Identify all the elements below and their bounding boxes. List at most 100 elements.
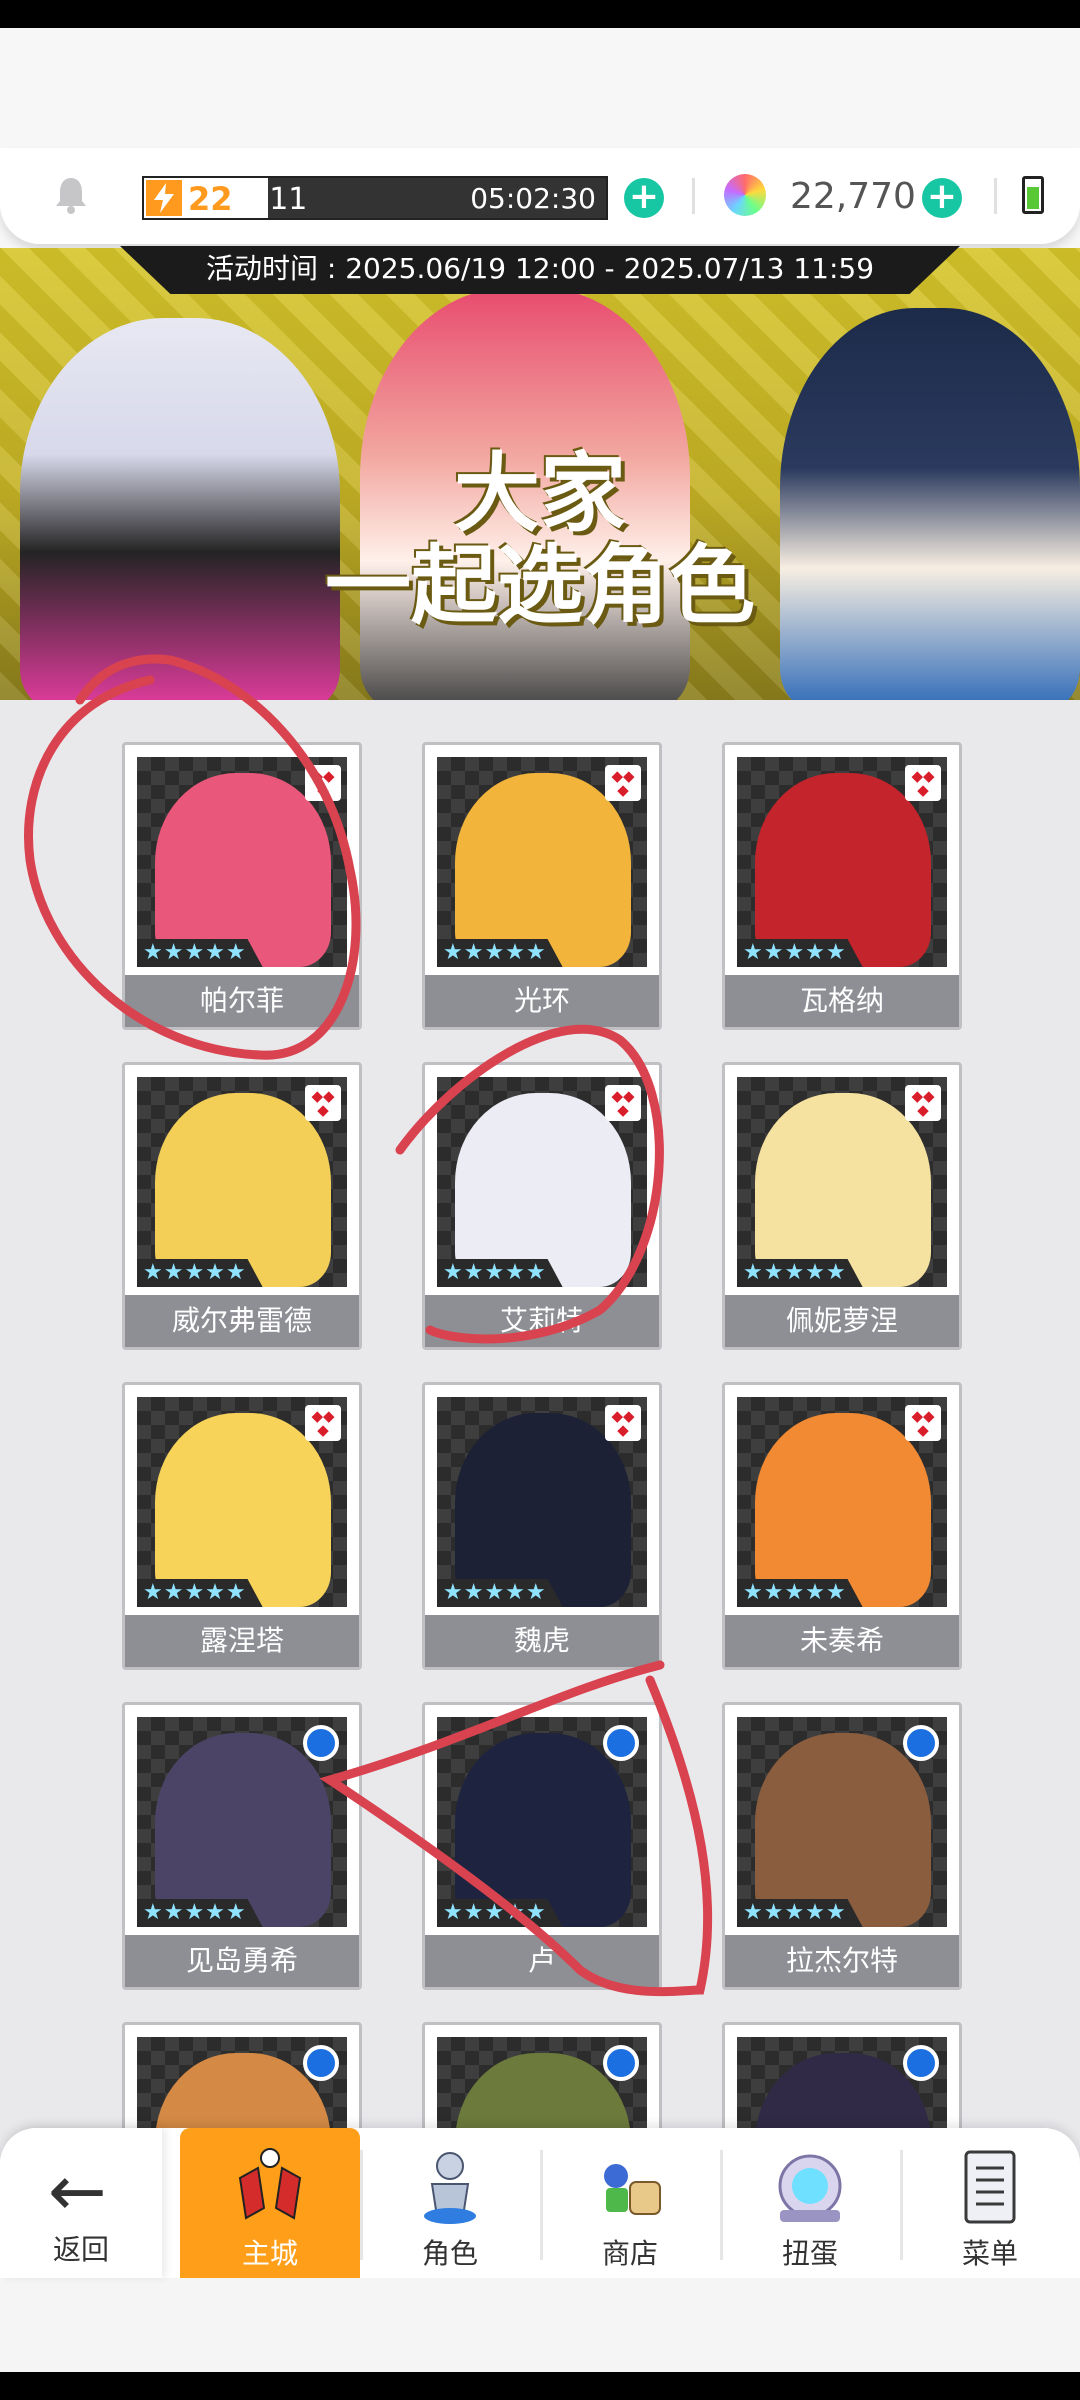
character-portrait: ★★★★★ xyxy=(437,1717,647,1927)
nav-label-home: 主城 xyxy=(241,2237,298,2270)
character-portrait: ★★★★★ xyxy=(737,1717,947,1927)
character-name: 魏虎 xyxy=(425,1615,659,1667)
character-art xyxy=(755,773,931,967)
character-portrait: ★★★★★ xyxy=(137,757,347,967)
character-card[interactable]: ★★★★★ 威尔弗雷德 xyxy=(122,1062,362,1350)
nav-label-gacha: 扭蛋 xyxy=(781,2237,838,2270)
menu-icon xyxy=(964,2150,1016,2224)
bottom-edge xyxy=(0,2372,1080,2400)
star-rating: ★★★★★ xyxy=(137,1579,263,1607)
character-card[interactable]: ★★★★★ 光环 xyxy=(422,742,662,1030)
character-card[interactable]: ★★★★★ 艾莉特 xyxy=(422,1062,662,1350)
character-portrait: ★★★★★ xyxy=(737,1077,947,1287)
character-portrait: ★★★★★ xyxy=(437,1077,647,1287)
character-name: 见岛勇希 xyxy=(125,1935,359,1987)
add-stamina-button[interactable]: + xyxy=(624,178,664,218)
character-icon xyxy=(424,2152,476,2224)
diamond-type-icon xyxy=(905,765,941,801)
nav-label-characters: 角色 xyxy=(421,2237,478,2270)
star-rating: ★★★★★ xyxy=(737,939,863,967)
star-rating: ★★★★★ xyxy=(137,1259,263,1287)
character-card[interactable]: ★★★★★ 露涅塔 xyxy=(122,1382,362,1670)
gem-count: 22,770 xyxy=(790,176,916,217)
character-art xyxy=(155,773,331,967)
gem-icon xyxy=(724,174,766,216)
character-card[interactable]: ★★★★★ 未奏希 xyxy=(722,1382,962,1670)
castle-icon xyxy=(238,2148,302,2220)
star-rating: ★★★★★ xyxy=(437,1899,563,1927)
shop-icon xyxy=(604,2164,661,2215)
character-portrait: ★★★★★ xyxy=(737,757,947,967)
star-rating: ★★★★★ xyxy=(737,1899,863,1927)
nav-divider xyxy=(540,2150,543,2260)
diamond-type-icon xyxy=(605,1085,641,1121)
character-art xyxy=(455,773,631,967)
banner-title-line1: 大家 xyxy=(454,444,626,544)
banner-title-line2: 一起选角色 xyxy=(325,536,755,636)
nav-tab-shop[interactable]: 商店 xyxy=(540,2128,720,2278)
character-name: 威尔弗雷德 xyxy=(125,1295,359,1347)
diamond-type-icon xyxy=(305,1085,341,1121)
character-card[interactable]: ★★★★★ 魏虎 xyxy=(422,1382,662,1670)
character-card[interactable]: ★★★★★ 卢 xyxy=(422,1702,662,1990)
stamina-current: 22 xyxy=(188,180,233,218)
status-bar xyxy=(0,0,1080,28)
diamond-type-icon xyxy=(305,765,341,801)
diamond-type-icon xyxy=(605,765,641,801)
character-card[interactable]: ★★★★★ 帕尔菲 xyxy=(122,742,362,1030)
diamond-type-icon xyxy=(905,1405,941,1441)
nav-tab-menu[interactable]: 菜单 xyxy=(900,2128,1080,2278)
character-art xyxy=(455,1093,631,1287)
system-nav-area xyxy=(0,2278,1080,2372)
star-rating: ★★★★★ xyxy=(737,1259,863,1287)
nav-label-shop: 商店 xyxy=(601,2237,658,2270)
character-art xyxy=(755,1413,931,1607)
nav-divider xyxy=(900,2150,903,2260)
banner-title: 大家 一起选角色 xyxy=(300,448,780,632)
character-card[interactable]: ★★★★★ 拉杰尔特 xyxy=(722,1702,962,1990)
character-art xyxy=(155,1733,331,1927)
star-rating: ★★★★★ xyxy=(437,1579,563,1607)
back-label: 返回 xyxy=(52,2233,109,2266)
back-arrow-icon: ← xyxy=(48,2150,107,2232)
character-portrait: ★★★★★ xyxy=(137,1397,347,1607)
character-name: 露涅塔 xyxy=(125,1615,359,1667)
character-name: 卢 xyxy=(425,1935,659,1987)
diamond-type-icon xyxy=(305,1405,341,1441)
character-name: 艾莉特 xyxy=(425,1295,659,1347)
character-portrait: ★★★★★ xyxy=(437,757,647,967)
character-card[interactable]: ★★★★★ 见岛勇希 xyxy=(122,1702,362,1990)
event-period: 活动时间 : 2025.06/19 12:00 - 2025.07/13 11:… xyxy=(120,246,960,294)
divider xyxy=(692,178,695,214)
nav-tab-gacha[interactable]: 扭蛋 xyxy=(720,2128,900,2278)
circle-type-icon xyxy=(303,1725,339,1761)
character-name: 未奏希 xyxy=(725,1615,959,1667)
character-name: 拉杰尔特 xyxy=(725,1935,959,1987)
circle-type-icon xyxy=(303,2045,339,2081)
nav-divider xyxy=(720,2150,723,2260)
nav-tab-home[interactable]: 主城 xyxy=(180,2128,360,2278)
character-name: 瓦格纳 xyxy=(725,975,959,1027)
character-portrait: ★★★★★ xyxy=(137,1077,347,1287)
back-button[interactable]: ← 返回 xyxy=(0,2128,162,2278)
gacha-icon xyxy=(778,2154,842,2222)
banner-character-left xyxy=(20,318,340,700)
character-name: 佩妮萝涅 xyxy=(725,1295,959,1347)
nav-tab-characters[interactable]: 角色 xyxy=(360,2128,540,2278)
character-card[interactable]: ★★★★★ 佩妮萝涅 xyxy=(722,1062,962,1350)
stamina-max: /111 xyxy=(240,182,308,217)
character-card[interactable]: ★★★★★ 瓦格纳 xyxy=(722,742,962,1030)
character-name: 帕尔菲 xyxy=(125,975,359,1027)
bolt-icon xyxy=(144,178,184,218)
notification-bell-icon[interactable] xyxy=(50,174,92,216)
add-gems-button[interactable]: + xyxy=(922,178,962,218)
star-rating: ★★★★★ xyxy=(437,1259,563,1287)
star-rating: ★★★★★ xyxy=(137,1899,263,1927)
event-banner[interactable]: 大家 一起选角色 xyxy=(0,248,1080,700)
character-portrait: ★★★★★ xyxy=(137,1717,347,1927)
circle-type-icon xyxy=(603,2045,639,2081)
divider xyxy=(994,178,997,214)
star-rating: ★★★★★ xyxy=(737,1579,863,1607)
diamond-type-icon xyxy=(605,1405,641,1441)
character-art xyxy=(155,1413,331,1607)
